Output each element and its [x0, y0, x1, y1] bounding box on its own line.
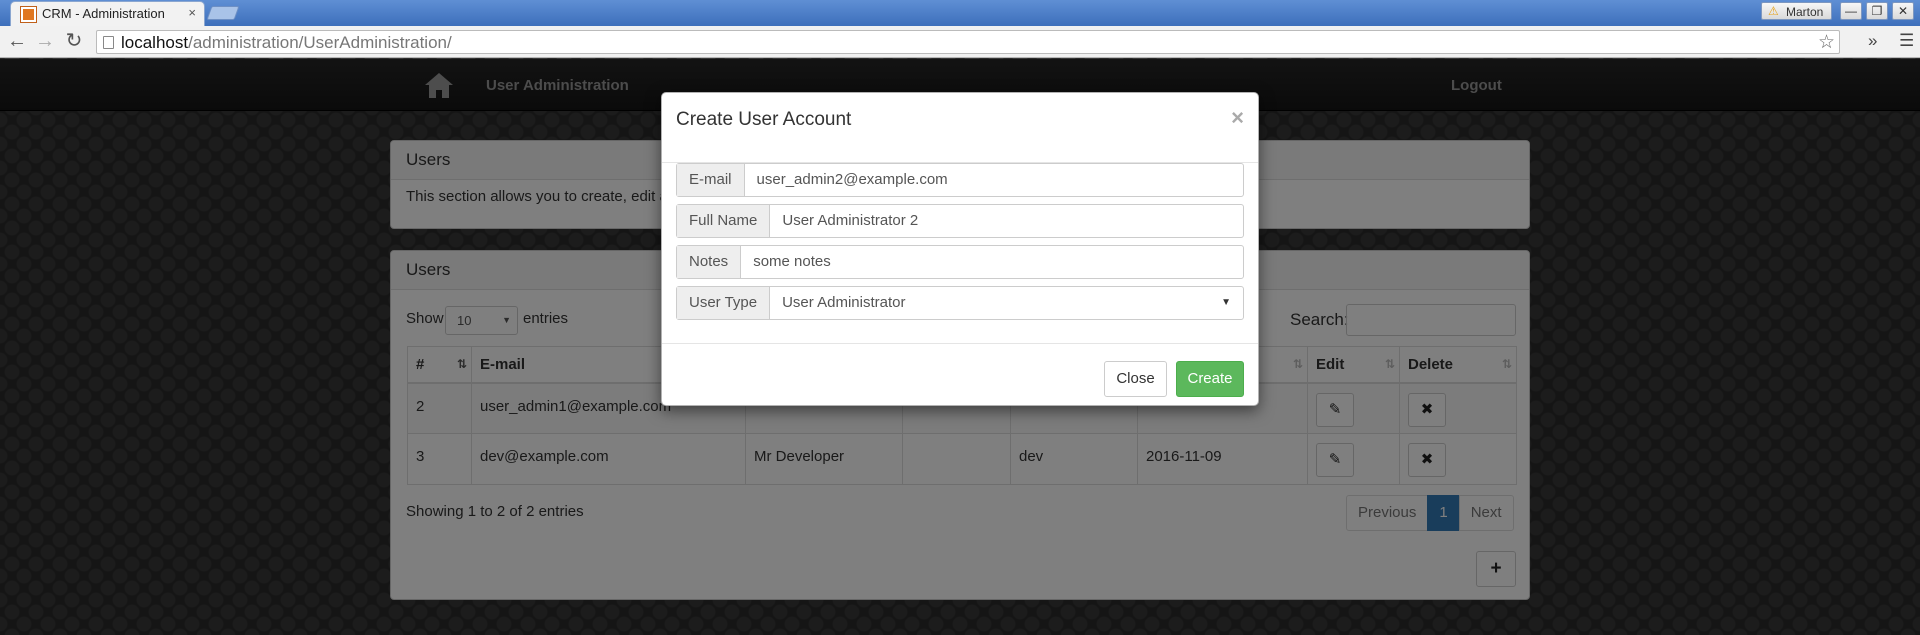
- create-button[interactable]: Create: [1176, 361, 1244, 397]
- url-text: localhost/administration/UserAdministrat…: [121, 33, 452, 53]
- profile-badge[interactable]: ⚠ Marton: [1761, 2, 1832, 20]
- page-icon: [103, 36, 114, 49]
- notes-input-group: Notes some notes: [676, 245, 1244, 279]
- email-field[interactable]: user_admin2@example.com: [745, 164, 1243, 196]
- tab-close-icon[interactable]: ×: [188, 5, 196, 20]
- user-type-value: User Administrator: [782, 294, 906, 311]
- url-host: localhost: [121, 33, 189, 52]
- user-type-input-group: User Type User Administrator ▼: [676, 286, 1244, 320]
- extensions-overflow-icon[interactable]: »: [1868, 29, 1877, 53]
- modal-header: Create User Account ×: [662, 93, 1258, 163]
- new-tab-button[interactable]: [206, 6, 240, 20]
- notes-label: Notes: [677, 246, 742, 278]
- address-bar[interactable]: localhost/administration/UserAdministrat…: [96, 30, 1840, 54]
- browser-tabstrip: CRM - Administration × ⚠ Marton — ❐ ✕: [0, 0, 1920, 26]
- notes-field[interactable]: some notes: [741, 246, 1243, 278]
- browser-toolbar: ← → ↻ localhost/administration/UserAdmin…: [0, 26, 1920, 58]
- create-user-modal: Create User Account × E-mail user_admin2…: [661, 92, 1259, 406]
- close-button[interactable]: Close: [1104, 361, 1167, 397]
- email-label: E-mail: [677, 164, 745, 196]
- modal-close-icon[interactable]: ×: [1231, 105, 1244, 131]
- back-arrow-icon[interactable]: ←: [5, 29, 29, 53]
- user-type-select[interactable]: User Administrator ▼: [770, 287, 1243, 319]
- profile-name: Marton: [1786, 5, 1824, 19]
- modal-footer: Close Create: [662, 343, 1258, 407]
- crm-favicon-icon: [21, 7, 36, 22]
- modal-title: Create User Account: [676, 109, 852, 130]
- browser-menu-icon[interactable]: ☰: [1899, 29, 1914, 53]
- warning-icon: ⚠: [1768, 4, 1779, 18]
- window-close-button[interactable]: ✕: [1892, 2, 1914, 20]
- user-type-label: User Type: [677, 287, 771, 319]
- full-name-label: Full Name: [677, 205, 771, 237]
- tab-title: CRM - Administration: [42, 6, 165, 21]
- forward-arrow-icon[interactable]: →: [33, 29, 57, 53]
- email-input-group: E-mail user_admin2@example.com: [676, 163, 1244, 197]
- chevron-down-icon: ▼: [1221, 297, 1231, 308]
- browser-tab[interactable]: CRM - Administration ×: [10, 1, 205, 26]
- url-path: /administration/UserAdministration/: [188, 33, 452, 52]
- restore-button[interactable]: ❐: [1866, 2, 1888, 20]
- bookmark-star-icon[interactable]: ☆: [1818, 31, 1835, 54]
- full-name-input-group: Full Name User Administrator 2: [676, 204, 1244, 238]
- minimize-button[interactable]: —: [1840, 2, 1862, 20]
- reload-icon[interactable]: ↻: [62, 29, 86, 53]
- full-name-field[interactable]: User Administrator 2: [770, 205, 1243, 237]
